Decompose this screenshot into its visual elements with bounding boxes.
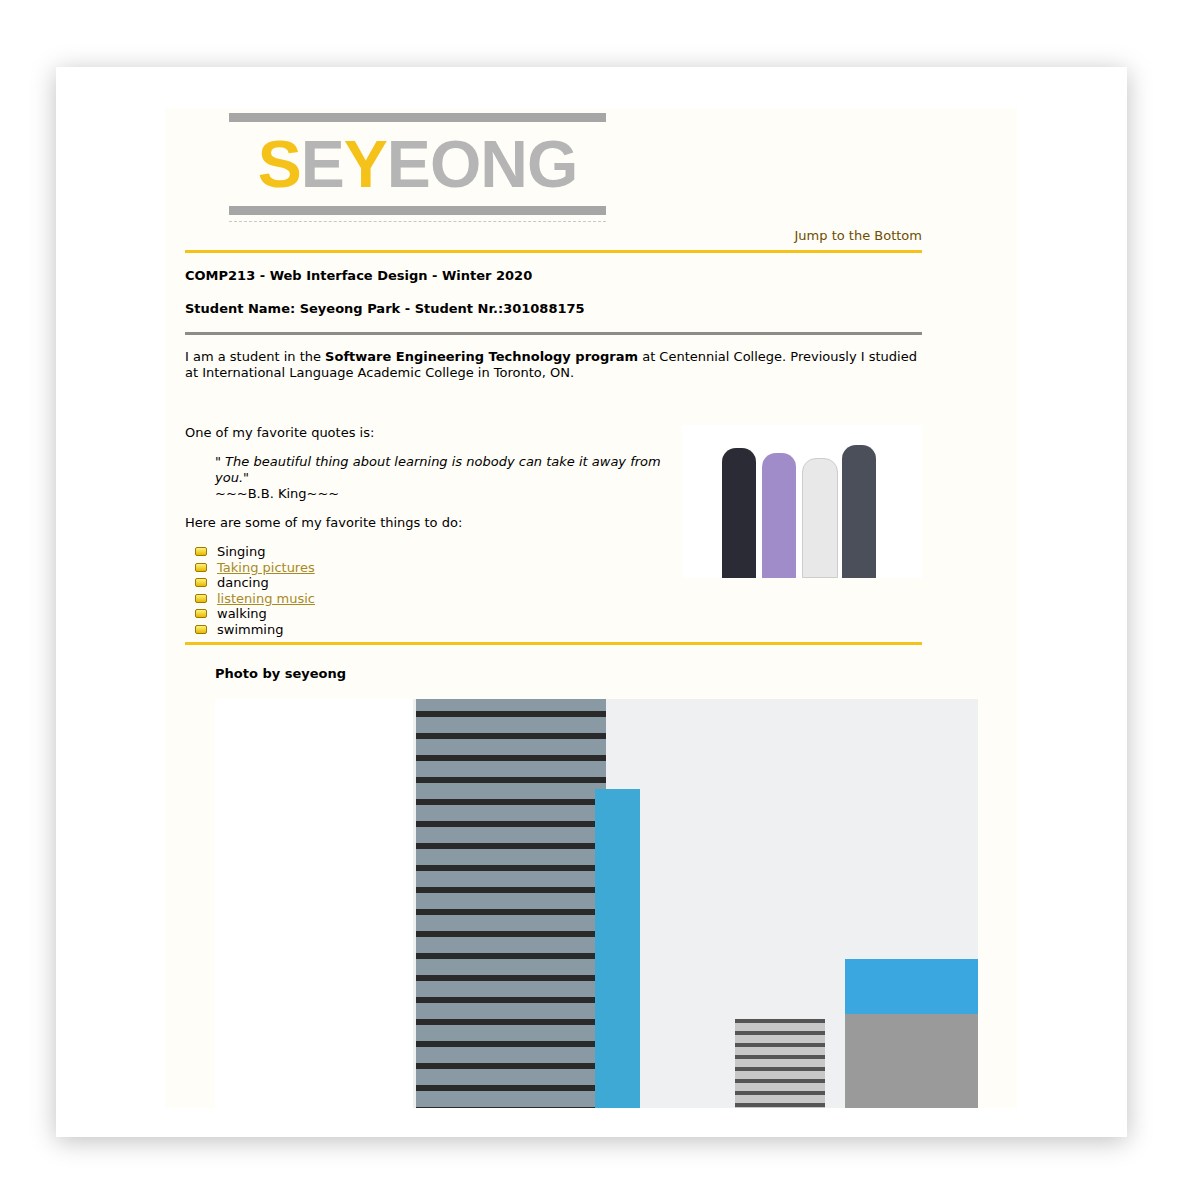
favorite-item: listening music [195,591,922,607]
grey-rule [185,332,922,335]
favorite-item: Singing [195,544,674,560]
favorite-link[interactable]: listening music [217,591,315,607]
quote-text: " The beautiful thing about learning is … [215,454,661,485]
bullet-icon [195,594,207,603]
page: SEYEONG Jump to the Bottom COMP213 - Web I… [165,108,1017,1108]
content: SEYEONG Jump to the Bottom COMP213 - Web I… [165,108,922,699]
intro-paragraph: I am a student in the Software Engineeri… [185,349,922,381]
bullet-icon [195,578,207,587]
favorite-item: Taking pictures [195,560,674,576]
logo-segment: EONG [387,127,577,201]
favorite-link[interactable]: Taking pictures [217,560,315,576]
bullet-icon [195,547,207,556]
photo-caption: Photo by seyeong [185,645,922,699]
screenshot-card: SEYEONG Jump to the Bottom COMP213 - Web I… [56,67,1127,1137]
favorite-item: dancing [195,575,674,591]
course-heading: COMP213 - Web Interface Design - Winter … [185,253,922,285]
bullet-icon [195,625,207,634]
favorite-item: walking [195,606,922,622]
logo: SEYEONG [229,113,606,222]
logo-top-bar [229,113,606,122]
favorite-label: walking [217,606,267,622]
favorite-label: Singing [217,544,265,560]
favorite-item: swimming [195,622,922,638]
logo-text: SEYEONG [229,122,606,206]
stage: SEYEONG Jump to the Bottom COMP213 - Web I… [0,0,1204,1204]
logo-dashed-line [229,221,606,222]
jump-row: Jump to the Bottom [185,222,922,245]
jump-to-bottom-link[interactable]: Jump to the Bottom [795,227,922,245]
city-photo [215,699,978,1108]
logo-bottom-bar [229,206,606,215]
bullet-icon [195,609,207,618]
yellow-rule [185,250,922,253]
favorite-label: dancing [217,575,269,591]
bullet-icon [195,563,207,572]
yellow-rule [185,642,922,645]
family-photo [682,425,922,578]
student-heading: Student Name: Seyeong Park - Student Nr.… [185,285,922,318]
logo-segment: Y [344,127,387,201]
quote-author: ~~~B.B. King~~~ [215,486,339,501]
favorite-label: swimming [217,622,283,638]
logo-segment: E [301,127,344,201]
logo-segment: S [258,127,301,201]
